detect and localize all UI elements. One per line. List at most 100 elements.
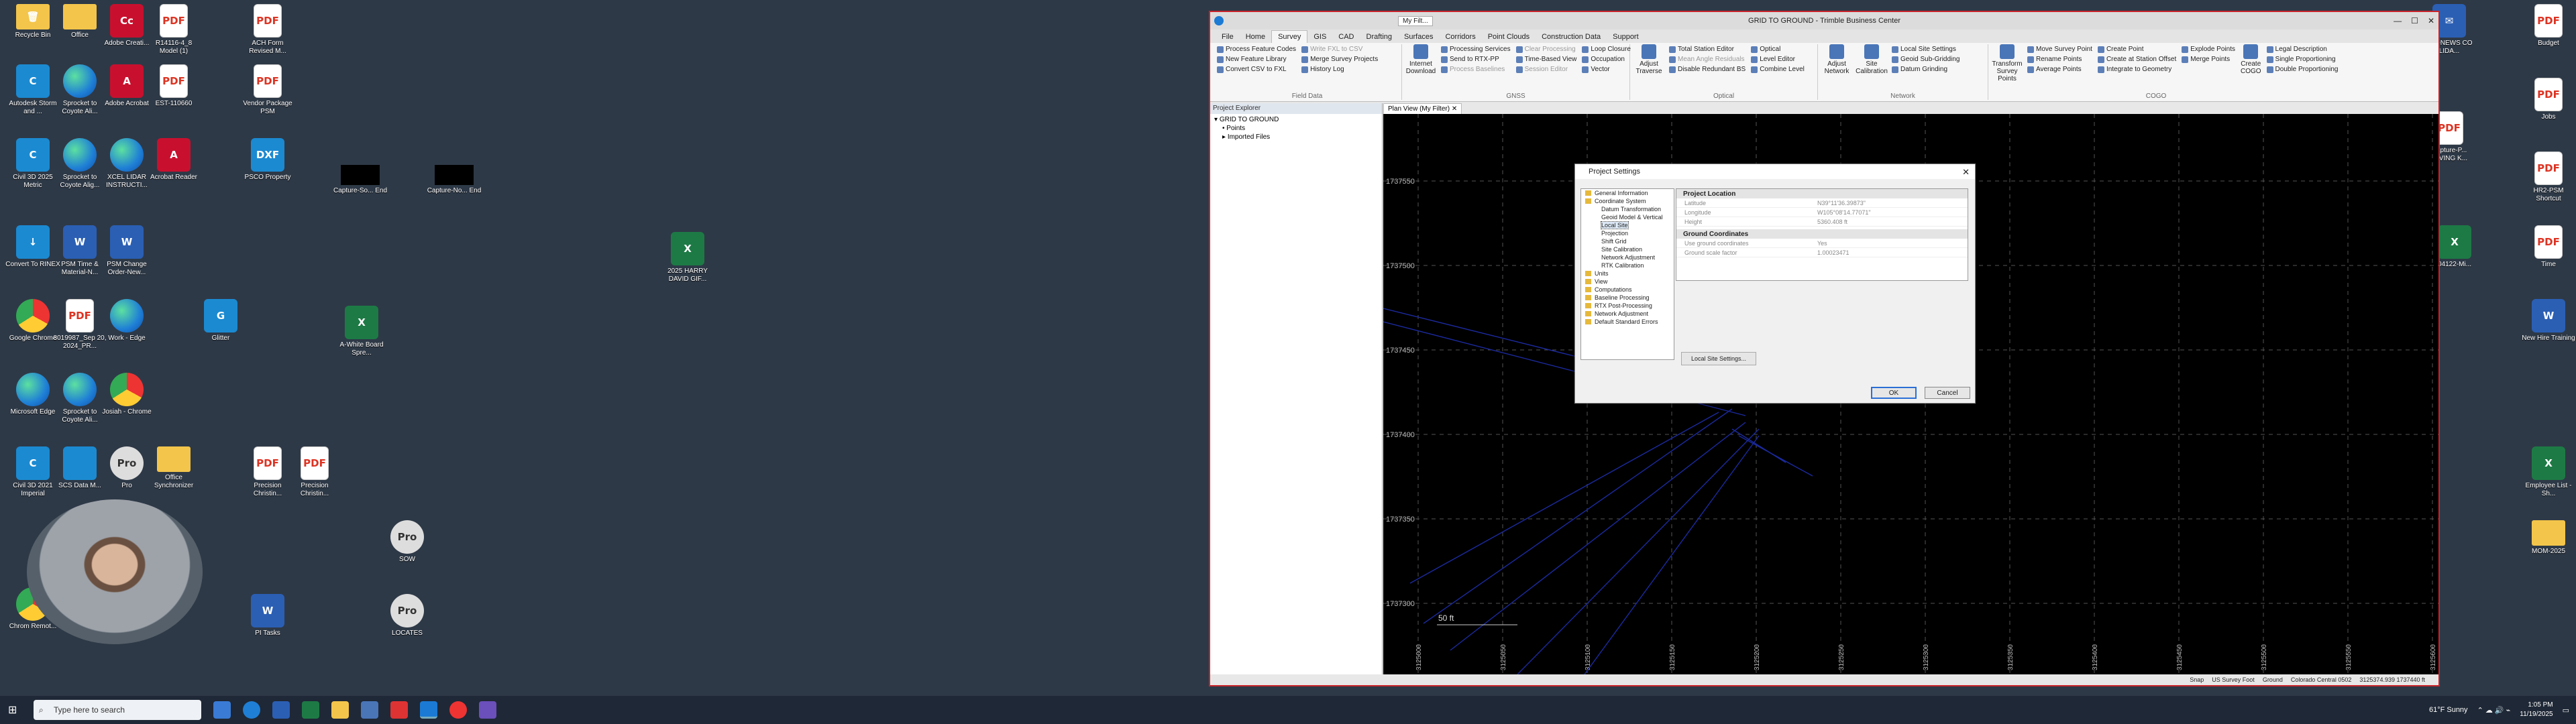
create-at-station-offset-button[interactable]: Create at Station Offset [2097, 56, 2176, 63]
tree-item-points[interactable]: • Points [1214, 124, 1378, 133]
session-editor-button[interactable]: Session Editor [1515, 66, 1577, 73]
transform-survey-points-button[interactable]: Transform Survey Points [1992, 44, 2023, 82]
tree-item-imported-files[interactable]: ▸ Imported Files [1214, 133, 1378, 141]
internet-download-button[interactable]: Internet Download [1406, 44, 1436, 75]
average-points-button[interactable]: Average Points [2027, 66, 2092, 73]
loop-closure-button[interactable]: Loop Closure [1582, 46, 1631, 53]
property-row[interactable]: Latitude N39°11'36.39873" [1676, 198, 1968, 208]
tab-point-clouds[interactable]: Point Clouds [1482, 31, 1536, 43]
teams-taskbar-icon[interactable] [479, 701, 496, 719]
tree-root[interactable]: ▾ GRID TO GROUND [1214, 115, 1378, 124]
send-to-rtx-pp-button[interactable]: Send to RTX-PP [1441, 56, 1511, 63]
desktop-icon-ach-form-revised-m[interactable]: PDF ACH Form Revised M... [240, 4, 295, 56]
property-row[interactable]: Height 5360.408 ft [1676, 217, 1968, 227]
adjust-traverse-button[interactable]: Adjust Traverse [1634, 44, 1664, 75]
move-survey-point-button[interactable]: Move Survey Point [2027, 46, 2092, 53]
tab-plan-view[interactable]: Plan View (My Filter) ✕ [1383, 103, 1462, 115]
chrome-taskbar-icon[interactable] [449, 701, 467, 719]
merge-points-button[interactable]: Merge Points [2182, 56, 2235, 63]
tab-corridors[interactable]: Corridors [1439, 31, 1481, 43]
tab-construction-data[interactable]: Construction Data [1536, 31, 1607, 43]
cancel-button[interactable]: Cancel [1925, 387, 1970, 399]
desktop-icon-employee-list-sh[interactable]: X Employee List - Sh... [2521, 446, 2576, 498]
search-box[interactable]: ⌕ Type here to search [34, 700, 201, 720]
clear-processing-button[interactable]: Clear Processing [1515, 46, 1577, 53]
close-icon[interactable]: ✕ [2428, 16, 2434, 25]
time-based-view-button[interactable]: Time-Based View [1515, 56, 1576, 63]
settings-tree-item[interactable]: Datum Transformation [1581, 205, 1674, 213]
tab-cad[interactable]: CAD [1332, 31, 1360, 43]
single-proportioning-button[interactable]: Single Proportioning [2266, 56, 2339, 63]
vector-button[interactable]: Vector [1582, 66, 1630, 73]
ok-button[interactable]: OK [1871, 387, 1917, 399]
desktop-icon-mom-2025[interactable]: MOM-2025 [2521, 520, 2576, 556]
settings-tree-item[interactable]: Site Calibration [1581, 245, 1674, 253]
tbc-taskbar-icon[interactable] [420, 701, 437, 719]
desktop-icon-locates[interactable]: Pro LOCATES [380, 594, 435, 638]
tab-support[interactable]: Support [1607, 31, 1645, 43]
disable-redundant-bs-button[interactable]: Disable Redundant BS [1669, 66, 1746, 73]
combine-level-button[interactable]: Combine Level [1751, 66, 1805, 73]
settings-tree-item[interactable]: RTK Calibration [1581, 261, 1674, 269]
mean-angle-residuals-button[interactable]: Mean Angle Residuals [1669, 56, 1746, 63]
desktop-icon-work-edge[interactable]: Work - Edge [99, 299, 154, 343]
local-site-settings-button[interactable]: Local Site Settings... [1681, 352, 1756, 365]
desktop-icon-r14116-4-8-model-1[interactable]: PDF R14116-4_8 Model (1) [146, 4, 201, 56]
desktop-icon-budget[interactable]: PDF Budget [2521, 4, 2576, 48]
create-point-button[interactable]: Create Point [2097, 46, 2176, 53]
rename-points-button[interactable]: Rename Points [2027, 56, 2092, 63]
tab-drafting[interactable]: Drafting [1360, 31, 1399, 43]
settings-tree-item[interactable]: Geoid Model & Vertical [1581, 213, 1674, 221]
desktop-icon-capture-so-end[interactable]: Capture-So... End [333, 165, 388, 195]
settings-tree-item[interactable]: Local Site [1581, 221, 1674, 229]
tray-icons[interactable]: ⌃ ☁ 🔊 ⌁ [2477, 706, 2511, 715]
word-taskbar-icon[interactable] [272, 701, 290, 719]
desktop-icon-precision-christin[interactable]: PDF Precision Christin... [287, 446, 342, 498]
maximize-icon[interactable]: ☐ [2411, 16, 2418, 25]
settings-tree-item[interactable]: Projection [1581, 229, 1674, 237]
desktop-icon-2025-harry-david-gif[interactable]: X 2025 HARRY DAVID GIF... [660, 232, 715, 284]
convert-csv-to-fxl-button[interactable]: Convert CSV to FXL [1217, 66, 1296, 73]
datum-grinding-button[interactable]: Datum Grinding [1892, 66, 1960, 73]
tab-surfaces[interactable]: Surfaces [1398, 31, 1439, 43]
weather-widget[interactable]: 61°F Sunny [2429, 706, 2468, 714]
optical-button[interactable]: Optical [1751, 46, 1805, 53]
settings-tree-item[interactable]: Computations [1581, 286, 1674, 294]
settings-tree-item[interactable]: Coordinate System [1581, 197, 1674, 205]
property-row[interactable]: Longitude W105°08'14.77071" [1676, 208, 1968, 217]
settings-tree-item[interactable]: Units [1581, 269, 1674, 278]
civil3d-taskbar-icon[interactable] [361, 701, 378, 719]
explode-points-button[interactable]: Explode Points [2182, 46, 2235, 53]
settings-tree-item[interactable]: General Information [1581, 189, 1674, 197]
desktop-icon-sow[interactable]: Pro SOW [380, 520, 435, 564]
settings-tree-item[interactable]: View [1581, 278, 1674, 286]
create-cogo-button[interactable]: Create COGO [2241, 44, 2261, 82]
tab-file[interactable]: File [1216, 31, 1240, 43]
process-baselines-button[interactable]: Process Baselines [1441, 66, 1511, 73]
desktop-icon-psm-change-order-new[interactable]: W PSM Change Order-New... [99, 225, 154, 277]
new-feature-library-button[interactable]: New Feature Library [1217, 56, 1296, 63]
settings-tree-item[interactable]: Shift Grid [1581, 237, 1674, 245]
property-row[interactable]: Ground scale factor 1.00023471 [1676, 248, 1968, 257]
geoid-sub-gridding-button[interactable]: Geoid Sub-Gridding [1892, 56, 1960, 63]
desktop-icon-jobs[interactable]: PDF Jobs [2521, 78, 2576, 121]
pdf-taskbar-icon[interactable] [390, 701, 408, 719]
desktop-icon-vendor-package-psm[interactable]: PDF Vendor Package PSM [240, 64, 295, 116]
minimize-icon[interactable]: — [2394, 16, 2402, 25]
task-view-icon[interactable] [213, 701, 231, 719]
desktop-icon-hr2-psm-shortcut[interactable]: PDF HR2-PSM Shortcut [2521, 152, 2576, 203]
desktop-icon-psco-property[interactable]: DXF PSCO Property [240, 138, 295, 182]
settings-tree-item[interactable]: Baseline Processing [1581, 294, 1674, 302]
process-feature-codes-button[interactable]: Process Feature Codes [1217, 46, 1296, 53]
site-calibration-button[interactable]: Site Calibration [1856, 44, 1888, 75]
tab-home[interactable]: Home [1240, 31, 1271, 43]
occupation-button[interactable]: Occupation [1582, 56, 1630, 63]
close-icon[interactable]: ✕ [1962, 167, 1970, 178]
legal-description-button[interactable]: Legal Description [2266, 46, 2339, 53]
desktop-icon-a-white-board-spre[interactable]: X A-White Board Spre... [334, 306, 389, 357]
edge-taskbar-icon[interactable] [243, 701, 260, 719]
desktop-icon-pi-tasks[interactable]: W PI Tasks [240, 594, 295, 638]
explorer-taskbar-icon[interactable] [331, 701, 349, 719]
settings-tree-item[interactable]: Default Standard Errors [1581, 318, 1674, 326]
tab-gis[interactable]: GIS [1307, 31, 1332, 43]
